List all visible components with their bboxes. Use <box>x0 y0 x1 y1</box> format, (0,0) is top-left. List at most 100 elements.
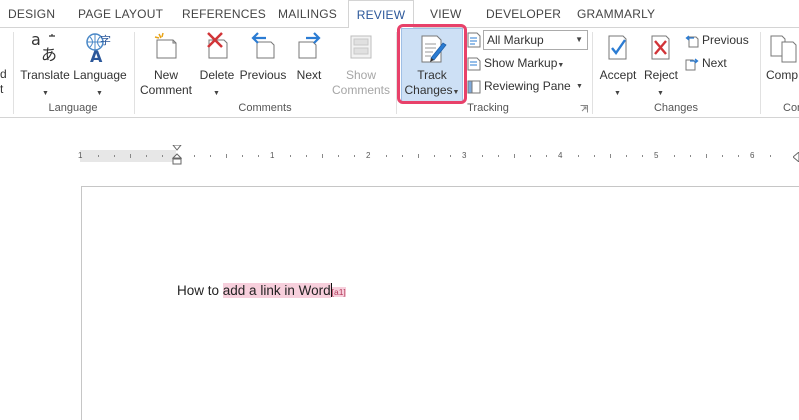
tab-design[interactable]: DESIGN <box>8 0 55 28</box>
ruler-tick <box>434 155 435 157</box>
ruler-tick <box>130 154 131 158</box>
chevron-down-icon: ▼ <box>575 35 583 44</box>
ruler-number: 4 <box>558 151 563 160</box>
dialog-launcher-icon[interactable] <box>580 105 588 113</box>
ruler-tick <box>626 155 627 157</box>
chevron-down-icon: ▼ <box>213 90 220 97</box>
ruler-tick <box>578 155 579 157</box>
ruler-tick <box>770 155 771 157</box>
previous-change-button[interactable]: Previous <box>685 31 749 49</box>
ruler-tick <box>546 155 547 157</box>
group-label-comments: Comments <box>238 102 292 114</box>
right-indent-marker-icon[interactable] <box>793 152 799 162</box>
show-comments-icon <box>350 35 372 59</box>
show-markup-button[interactable]: Show Markup ▼ <box>467 54 564 72</box>
svg-text:A: A <box>90 47 103 64</box>
previous-comment-button[interactable]: Previous <box>238 30 288 100</box>
new-comment-label-line1: New <box>153 68 178 82</box>
new-comment-button[interactable]: New Comment <box>138 30 194 100</box>
translate-button[interactable]: a あ Translate ▼ <box>18 30 72 100</box>
ruler-tick <box>610 154 611 158</box>
new-comment-icon <box>154 32 177 59</box>
svg-text:字: 字 <box>100 33 111 47</box>
ruler-tick <box>114 155 115 157</box>
group-separator <box>760 32 761 114</box>
accept-button[interactable]: Accept ▼ <box>596 30 640 100</box>
document-text[interactable]: How to add a link in Word[a1] <box>177 283 346 298</box>
next-change-icon <box>685 58 699 71</box>
ruler-tick <box>498 155 499 157</box>
ruler-tick <box>482 155 483 157</box>
ruler-number: 2 <box>366 151 371 160</box>
group-separator <box>13 32 14 114</box>
language-button[interactable]: 字 A Language ▼ <box>72 30 128 100</box>
delete-icon <box>207 32 228 59</box>
ruler-tick <box>530 155 531 157</box>
chevron-down-icon: ▼ <box>96 90 103 97</box>
markup-select-value: All Markup <box>487 33 544 47</box>
previous-change-icon <box>685 35 699 48</box>
ruler-tick <box>194 155 195 157</box>
ruler-number: 1 <box>78 151 83 160</box>
ruler-number: 5 <box>654 151 659 160</box>
tab-mailings[interactable]: MAILINGS <box>278 0 337 28</box>
compare-button[interactable]: Comp <box>764 30 799 100</box>
ruler-tick <box>162 155 163 157</box>
ruler-tick <box>402 155 403 157</box>
document-page[interactable] <box>81 186 799 420</box>
new-comment-label-line2: Comment <box>139 83 192 97</box>
new-comment-label: New Comment <box>138 68 194 98</box>
tracked-insertion: add a link in W <box>222 283 312 298</box>
show-markup-label: Show Markup <box>484 56 558 70</box>
indent-marker-icon[interactable] <box>172 145 182 167</box>
ruler-tick <box>290 155 291 157</box>
previous-comment-label: Previous <box>239 68 287 82</box>
show-comments-button[interactable]: Show Comments <box>330 30 392 100</box>
show-comments-label-line2: Comments <box>331 83 390 97</box>
show-comments-label-line1: Show <box>345 68 377 82</box>
group-label-language: Language <box>48 102 98 114</box>
horizontal-ruler[interactable]: 1 1 2 3 4 5 6 <box>78 145 799 165</box>
tab-references[interactable]: REFERENCES <box>182 0 266 28</box>
compare-label: Comp <box>766 68 799 82</box>
next-comment-label: Next <box>296 68 322 82</box>
show-markup-icon <box>467 57 481 71</box>
group-label-compare: Comp <box>783 102 799 114</box>
next-change-button[interactable]: Next <box>685 54 727 72</box>
svg-text:あ: あ <box>41 45 57 64</box>
reject-button[interactable]: Reject ▼ <box>640 30 682 100</box>
delete-comment-button[interactable]: Delete ▼ <box>196 30 238 100</box>
compare-icon <box>770 35 797 63</box>
ruler-tick <box>226 154 227 158</box>
partial-left-label-bottom: t <box>0 82 4 96</box>
ruler-tick <box>386 155 387 157</box>
ruler-tick <box>706 154 707 158</box>
language-label: Language <box>73 68 127 82</box>
tab-grammarly[interactable]: GRAMMARLY <box>577 0 655 28</box>
reviewing-pane-label: Reviewing Pane <box>484 79 571 93</box>
ruler-tick <box>514 154 515 158</box>
tab-developer[interactable]: DEVELOPER <box>486 0 561 28</box>
group-label-tracking: Tracking <box>467 102 509 114</box>
delete-label: Delete <box>199 68 235 82</box>
highlight-annotation <box>397 24 467 104</box>
tracked-insertion: ord <box>311 283 331 298</box>
reviewing-pane-chevron-down-icon[interactable]: ▼ <box>576 83 583 90</box>
svg-text:a: a <box>31 30 41 49</box>
partial-left-button[interactable]: d t <box>0 67 8 97</box>
next-comment-button[interactable]: Next <box>290 30 328 100</box>
group-label-changes: Changes <box>653 102 699 114</box>
ruler-tick <box>722 155 723 157</box>
translate-icon: a あ <box>31 30 57 64</box>
markup-select[interactable]: All Markup ▼ <box>483 30 588 50</box>
ruler-tick <box>98 155 99 157</box>
chevron-down-icon: ▼ <box>657 90 664 97</box>
arrow-left-icon <box>251 32 275 59</box>
comment-anchor-tag: [a1] <box>331 287 346 297</box>
chevron-down-icon: ▼ <box>42 90 49 97</box>
ruler-tick <box>322 154 323 158</box>
ruler-tick <box>450 155 451 157</box>
ruler-tick <box>338 155 339 157</box>
tab-page-layout[interactable]: PAGE LAYOUT <box>78 0 163 28</box>
reviewing-pane-button[interactable]: Reviewing Pane <box>467 77 571 95</box>
